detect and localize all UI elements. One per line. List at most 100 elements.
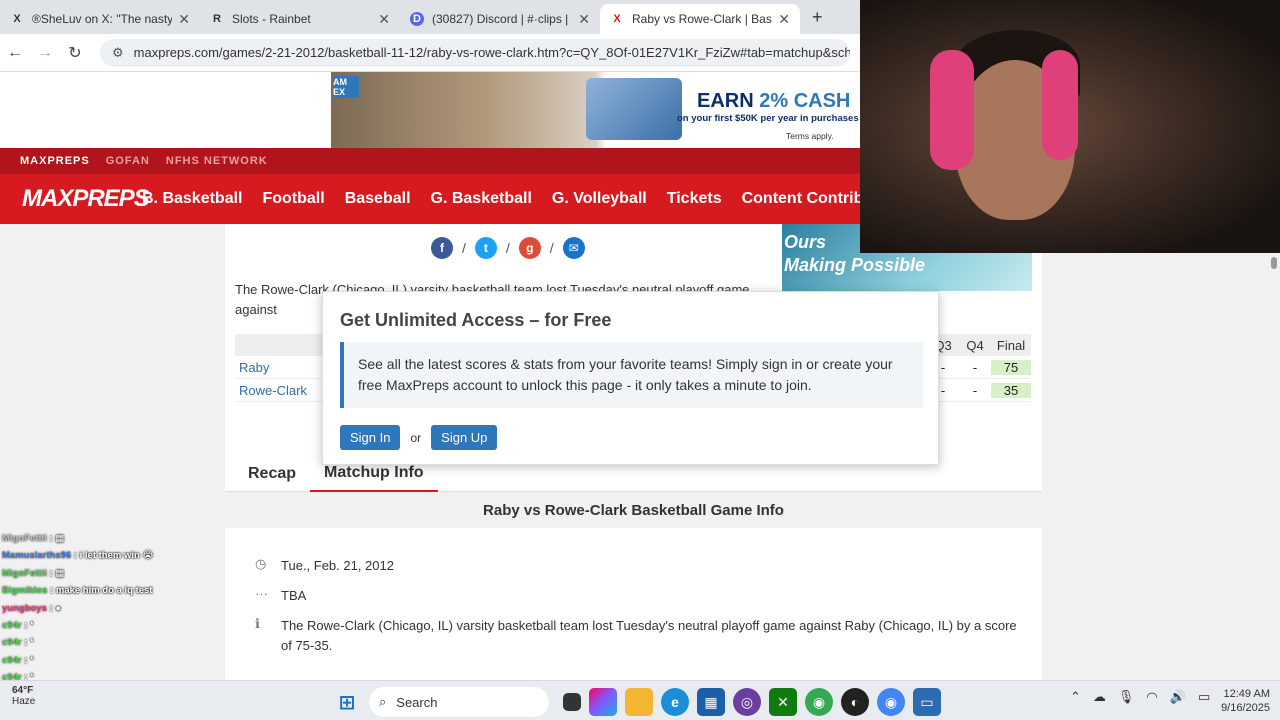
- access-modal: Get Unlimited Access – for Free See all …: [322, 291, 939, 465]
- info-date: ◷ Tue., Feb. 21, 2012: [255, 556, 1021, 576]
- store-icon[interactable]: ▦: [697, 688, 725, 716]
- taskbar-search[interactable]: ⌕ Search: [369, 687, 549, 717]
- gofan-link[interactable]: GOFAN: [106, 155, 150, 167]
- modal-title: Get Unlimited Access – for Free: [340, 310, 612, 330]
- taskbar: 64°F Haze ⊞ ⌕ Search e ▦ ◎ ✕ ◉ ◐ ◉ ▭ ⌃ ☁…: [0, 680, 1280, 720]
- info-time: ··· TBA: [255, 586, 1021, 606]
- modal-actions: Sign In or Sign Up: [340, 425, 498, 450]
- sign-in-button[interactable]: Sign In: [340, 425, 401, 450]
- headphones: [930, 50, 974, 170]
- url-text: maxpreps.com/games/2-21-2012/basketball-…: [133, 45, 850, 60]
- reload-icon[interactable]: ↻: [60, 43, 90, 63]
- nav-football[interactable]: Football: [262, 190, 324, 208]
- chat-message: MigoFettii : ▦: [2, 567, 65, 579]
- section-header: Raby vs Rowe-Clark Basketball Game Info: [225, 492, 1042, 528]
- credit-card-image: [586, 78, 682, 140]
- info-summary: ℹ The Rowe-Clark (Chicago, IL) varsity b…: [255, 616, 1021, 656]
- nav-girls-volleyball[interactable]: G. Volleyball: [552, 190, 647, 208]
- volume-icon[interactable]: 🔊: [1170, 689, 1186, 705]
- chrome-profile-icon[interactable]: ◉: [877, 688, 905, 716]
- chat-message: c94r : ❛: [2, 619, 34, 631]
- taskbar-clock[interactable]: 12:49 AM 9/16/2025: [1210, 687, 1270, 715]
- browser-tab-bar: X ®SheLuv on X: "The nasty nerd ✕ R Slot…: [0, 0, 860, 34]
- browser-tab[interactable]: R Slots - Rainbet ✕: [200, 4, 400, 34]
- google-plus-icon[interactable]: g: [518, 237, 541, 259]
- weather-widget[interactable]: 64°F Haze: [12, 685, 72, 707]
- stream-chat-overlay: MigoFettii : ▦ Mamuslarths96 : i let the…: [2, 530, 202, 704]
- url-field[interactable]: ⚙ maxpreps.com/games/2-21-2012/basketbal…: [100, 38, 850, 67]
- file-explorer-icon[interactable]: [625, 688, 653, 716]
- maxpreps-icon: X: [613, 13, 621, 25]
- scrollbar-thumb[interactable]: [1271, 257, 1277, 269]
- obs-icon[interactable]: ◐: [841, 688, 869, 716]
- maxpreps-logo[interactable]: MAXPREPS: [22, 185, 150, 213]
- chevron-up-icon[interactable]: ⌃: [1070, 689, 1081, 705]
- wifi-icon[interactable]: ◠: [1146, 689, 1157, 705]
- modal-message: See all the latest scores & stats from y…: [340, 342, 923, 408]
- sign-up-button[interactable]: Sign Up: [431, 425, 498, 450]
- facebook-icon[interactable]: f: [431, 237, 453, 259]
- discord-icon: D: [410, 12, 424, 26]
- chat-message: Mamuslarths96 : i let them win 😭: [2, 550, 154, 562]
- nav-baseball[interactable]: Baseball: [345, 190, 411, 208]
- close-icon[interactable]: ✕: [378, 11, 390, 28]
- windows-start-icon[interactable]: ⊞: [333, 688, 361, 716]
- new-tab-button[interactable]: +: [800, 7, 835, 34]
- microphone-icon[interactable]: 🎙: [1118, 689, 1135, 705]
- ad-subtext: on your first $50K per year in purchases: [677, 113, 859, 124]
- battery-icon[interactable]: ▭: [1198, 689, 1210, 705]
- nav-boys-basketball[interactable]: B. Basketball: [142, 190, 242, 208]
- tab-title: (30827) Discord | #·clips | D: [432, 12, 573, 26]
- or-label: or: [410, 430, 422, 445]
- email-icon[interactable]: ✉: [562, 237, 585, 259]
- chat-message: MigoFettii : ▦: [2, 533, 65, 544]
- amex-ad[interactable]: AM EX EARN 2% CASH on your first $50K pe…: [331, 72, 860, 148]
- maxpreps-link[interactable]: MAXPREPS: [20, 155, 90, 167]
- ellipsis-icon: ···: [255, 586, 268, 601]
- close-icon[interactable]: ✕: [178, 11, 190, 28]
- x-icon: X: [13, 13, 21, 25]
- chat-message: yungboys : ●: [2, 602, 62, 614]
- share-buttons: f / t / g / ✉: [431, 237, 585, 259]
- site-info-icon[interactable]: ⚙: [112, 45, 124, 61]
- chat-message: c94r : ❛: [2, 637, 34, 649]
- clock-icon: ◷: [255, 556, 267, 571]
- back-icon[interactable]: ←: [0, 44, 30, 62]
- main-nav: MAXPREPS B. Basketball Football Baseball…: [0, 174, 860, 224]
- edge-icon[interactable]: e: [661, 688, 689, 716]
- copilot-icon[interactable]: [589, 688, 617, 716]
- nav-tickets[interactable]: Tickets: [667, 190, 722, 208]
- webcam-overlay: [860, 0, 1280, 253]
- address-bar: ← → ↻ ⚙ maxpreps.com/games/2-21-2012/bas…: [0, 34, 860, 72]
- tab-title: ®SheLuv on X: "The nasty nerd: [32, 12, 173, 26]
- xbox-icon[interactable]: ✕: [769, 688, 797, 716]
- system-tray: ⌃ ☁ 🎙 ◠ 🔊 ▭: [1070, 689, 1210, 705]
- ad-terms: Terms apply.: [786, 131, 834, 141]
- team-link-rowe-clark[interactable]: Rowe-Clark: [235, 383, 307, 398]
- page-scrollbar[interactable]: [1268, 253, 1280, 680]
- ad-strip: AM EX EARN 2% CASH on your first $50K pe…: [0, 72, 860, 148]
- close-icon[interactable]: ✕: [778, 11, 790, 28]
- chrome-icon[interactable]: ◉: [805, 688, 833, 716]
- browser-tab[interactable]: X ®SheLuv on X: "The nasty nerd ✕: [0, 4, 200, 34]
- tab-recap[interactable]: Recap: [248, 465, 296, 483]
- app-icon[interactable]: ◎: [733, 688, 761, 716]
- nav-content-contributors[interactable]: Content Contribut: [742, 190, 860, 208]
- tab-title: Slots - Rainbet: [232, 12, 311, 26]
- twitter-icon[interactable]: t: [474, 237, 497, 259]
- browser-tab[interactable]: D (30827) Discord | #·clips | D ✕: [400, 4, 600, 34]
- nfhs-link[interactable]: NFHS NETWORK: [166, 155, 268, 167]
- cloud-icon[interactable]: ☁: [1093, 689, 1106, 705]
- team-link-raby[interactable]: Raby: [235, 360, 269, 375]
- forward-icon[interactable]: →: [30, 44, 60, 62]
- chat-message: Bigmiklos : make him do a iq test: [2, 585, 153, 597]
- info-icon: ℹ: [255, 616, 260, 631]
- ad-headline: EARN 2% CASH: [697, 90, 851, 112]
- close-icon[interactable]: ✕: [578, 11, 590, 28]
- tab-title: Raby vs Rowe-Clark | Basketball: [632, 12, 772, 26]
- task-view-icon[interactable]: [563, 693, 581, 711]
- browser-tab-active[interactable]: X Raby vs Rowe-Clark | Basketball ✕: [600, 4, 800, 34]
- amex-logo: AM EX: [333, 76, 359, 98]
- nav-girls-basketball[interactable]: G. Basketball: [431, 190, 532, 208]
- photos-icon[interactable]: ▭: [913, 688, 941, 716]
